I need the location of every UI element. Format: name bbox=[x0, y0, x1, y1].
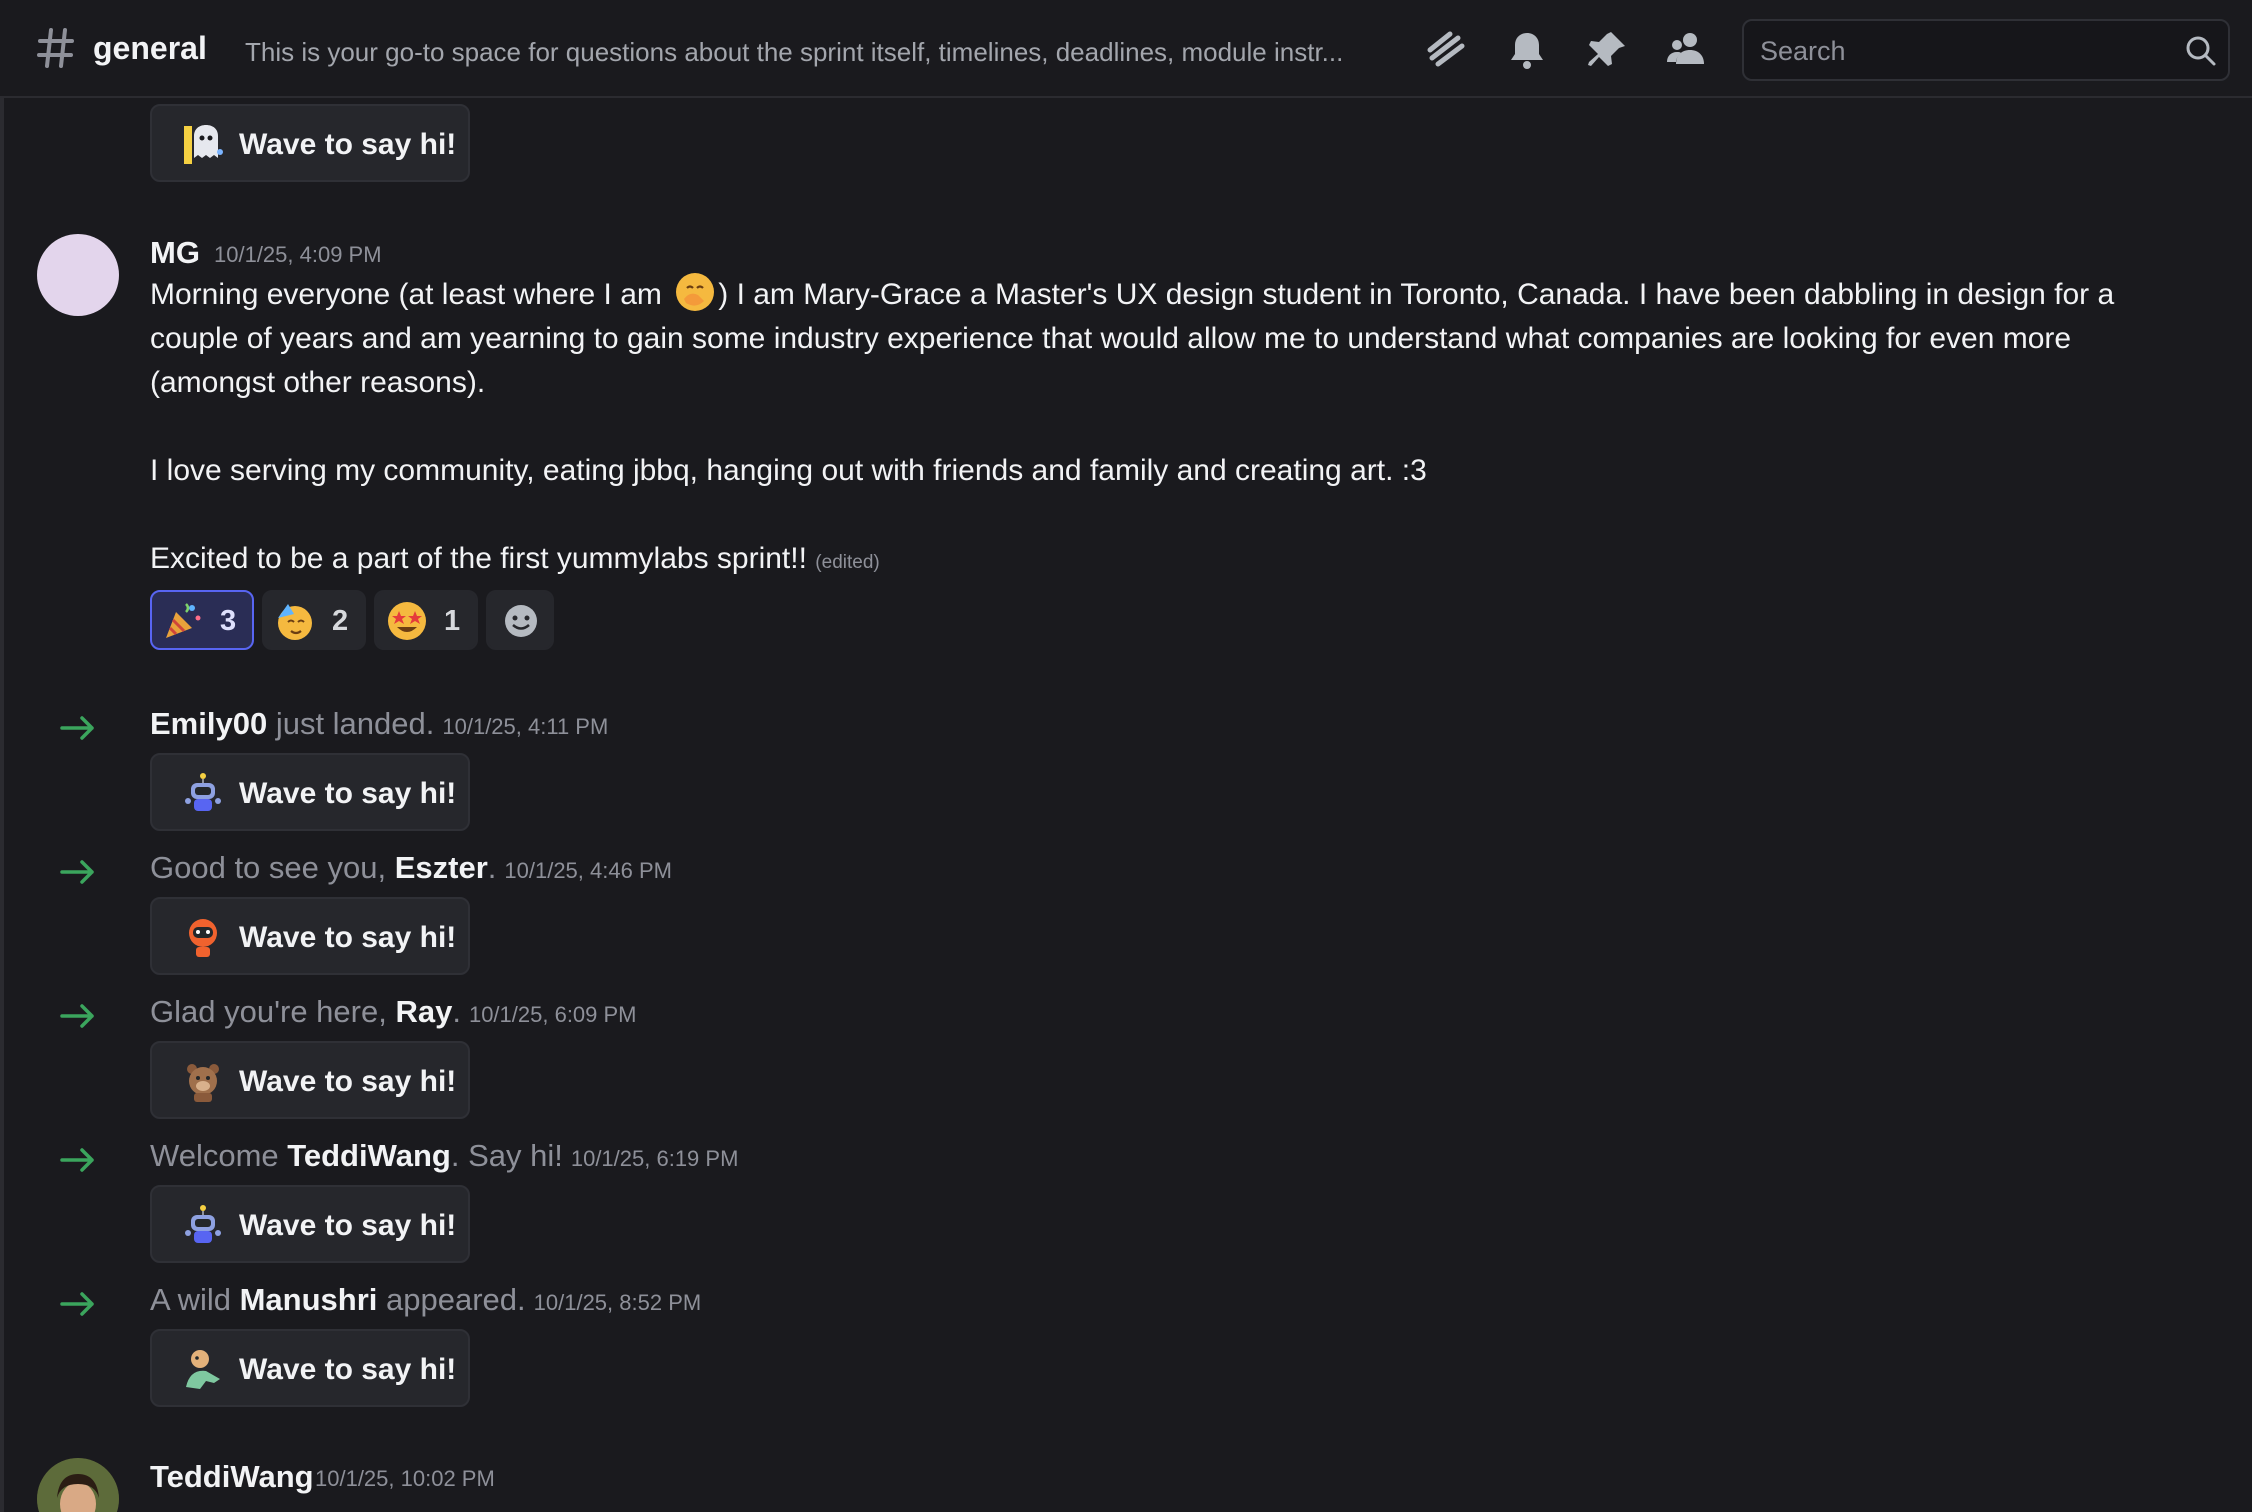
message-text-segment: Morning everyone (at least where I am bbox=[150, 278, 671, 311]
robot-sticker-icon bbox=[185, 773, 221, 811]
bear-sticker-icon bbox=[187, 1064, 219, 1102]
wave-button[interactable]: Wave to say hi! bbox=[150, 1329, 470, 1407]
pin-icon[interactable] bbox=[1585, 28, 1629, 72]
star-struck-icon bbox=[388, 602, 426, 640]
wave-label: Wave to say hi! bbox=[239, 1065, 457, 1098]
avatar[interactable] bbox=[37, 1458, 119, 1512]
join-timestamp: 10/1/25, 4:46 PM bbox=[504, 858, 672, 883]
message-list[interactable]: Wave to say hi! MG 10/1/25, 4:09 PM Morn… bbox=[0, 98, 2252, 1512]
edited-marker: (edited) bbox=[815, 552, 880, 573]
join-text: Welcome bbox=[150, 1138, 288, 1173]
join-timestamp: 10/1/25, 6:19 PM bbox=[570, 1146, 739, 1171]
join-message: Welcome TeddiWang. Say hi! 10/1/25, 6:19 … bbox=[150, 1138, 738, 1174]
wave-button[interactable]: Wave to say hi! bbox=[150, 897, 470, 975]
wave-button[interactable]: Wave to say hi! bbox=[150, 753, 470, 831]
wave-button[interactable]: Wave to say hi! bbox=[150, 1041, 470, 1119]
join-arrow-icon bbox=[60, 1148, 94, 1172]
channel-topic[interactable]: This is your go-to space for questions a… bbox=[245, 37, 1395, 68]
message-text: I love serving my community, eating jbbq… bbox=[150, 454, 1427, 487]
orange-robot-sticker-icon bbox=[189, 919, 217, 957]
threads-icon[interactable] bbox=[1424, 28, 1468, 72]
join-text: . Say hi! bbox=[450, 1138, 563, 1173]
robot-sticker-icon bbox=[185, 1205, 221, 1243]
message-text: Excited to be a part of the first yummyl… bbox=[150, 542, 880, 576]
join-text: Glad you're here, bbox=[150, 994, 396, 1029]
wave-button[interactable]: Wave to say hi! bbox=[150, 104, 470, 182]
reaction-partying-face[interactable]: 2 bbox=[262, 590, 366, 650]
party-popper-icon bbox=[166, 603, 201, 638]
reaction-count: 3 bbox=[220, 605, 237, 637]
dino-sticker-icon bbox=[186, 1350, 220, 1389]
join-text: just landed. bbox=[267, 706, 435, 741]
reaction-party-popper[interactable]: 3 bbox=[150, 590, 254, 650]
join-username[interactable]: Ray bbox=[395, 994, 452, 1029]
message-author[interactable]: TeddiWang bbox=[150, 1459, 314, 1495]
avatar[interactable] bbox=[37, 234, 119, 316]
wave-label: Wave to say hi! bbox=[239, 777, 457, 810]
members-icon[interactable] bbox=[1665, 28, 1709, 72]
reaction-count: 2 bbox=[332, 605, 349, 637]
message-timestamp: 10/1/25, 10:02 PM bbox=[315, 1466, 495, 1491]
join-arrow-icon bbox=[60, 1292, 94, 1316]
join-text: A wild bbox=[150, 1282, 240, 1317]
join-arrow-icon bbox=[60, 716, 94, 740]
reaction-count: 1 bbox=[444, 605, 461, 637]
message-text: (amongst other reasons). bbox=[150, 366, 486, 399]
message-author[interactable]: MG bbox=[150, 235, 200, 271]
search-box[interactable] bbox=[1742, 19, 2230, 81]
ghost-sticker-icon bbox=[184, 125, 223, 164]
join-timestamp: 10/1/25, 4:11 PM bbox=[442, 714, 609, 739]
join-message: Emily00 just landed. 10/1/25, 4:11 PM bbox=[150, 706, 608, 742]
join-message: A wild Manushri appeared. 10/1/25, 8:52 P… bbox=[150, 1282, 701, 1318]
join-text: . bbox=[487, 850, 497, 885]
user-photo-icon bbox=[37, 1458, 119, 1512]
hash-icon bbox=[37, 28, 74, 68]
bell-icon[interactable] bbox=[1505, 28, 1549, 72]
join-message: Good to see you, Eszter. 10/1/25, 4:46 PM bbox=[150, 850, 672, 886]
wave-label: Wave to say hi! bbox=[239, 128, 457, 161]
message-timestamp: 10/1/25, 4:09 PM bbox=[214, 242, 382, 267]
add-reaction-button[interactable] bbox=[486, 590, 554, 650]
hand-over-mouth-emoji-icon bbox=[676, 273, 715, 312]
message-text: couple of years and am yearning to gain … bbox=[150, 322, 2072, 355]
join-message: Glad you're here, Ray. 10/1/25, 6:09 PM bbox=[150, 994, 637, 1030]
message-text-segment: Excited to be a part of the first yummyl… bbox=[150, 542, 807, 575]
wave-button[interactable]: Wave to say hi! bbox=[150, 1185, 470, 1263]
join-text: Good to see you, bbox=[150, 850, 395, 885]
join-timestamp: 10/1/25, 8:52 PM bbox=[533, 1290, 702, 1315]
channel-name: general bbox=[93, 30, 207, 66]
join-arrow-icon bbox=[60, 1004, 94, 1028]
wave-label: Wave to say hi! bbox=[239, 1353, 457, 1386]
message-text: Morning everyone (at least where I am ) … bbox=[150, 273, 2115, 313]
search-icon[interactable] bbox=[2184, 34, 2218, 68]
join-timestamp: 10/1/25, 6:09 PM bbox=[468, 1002, 637, 1027]
wave-label: Wave to say hi! bbox=[239, 1209, 457, 1242]
search-input[interactable] bbox=[1758, 31, 2162, 71]
add-reaction-smile-icon bbox=[505, 605, 537, 637]
join-username[interactable]: Manushri bbox=[240, 1282, 378, 1317]
join-text: appeared. bbox=[377, 1282, 526, 1317]
reaction-star-struck[interactable]: 1 bbox=[374, 590, 478, 650]
join-username[interactable]: Emily00 bbox=[150, 706, 267, 741]
partying-face-icon bbox=[278, 604, 312, 640]
wave-label: Wave to say hi! bbox=[239, 921, 457, 954]
message-text-segment: ) I am Mary-Grace a Master's UX design s… bbox=[718, 278, 2115, 311]
join-text: . bbox=[452, 994, 461, 1029]
channel-header: general This is your go-to space for que… bbox=[0, 0, 2252, 98]
join-username[interactable]: Eszter bbox=[395, 850, 488, 885]
join-arrow-icon bbox=[60, 860, 94, 884]
join-username[interactable]: TeddiWang bbox=[287, 1138, 451, 1173]
